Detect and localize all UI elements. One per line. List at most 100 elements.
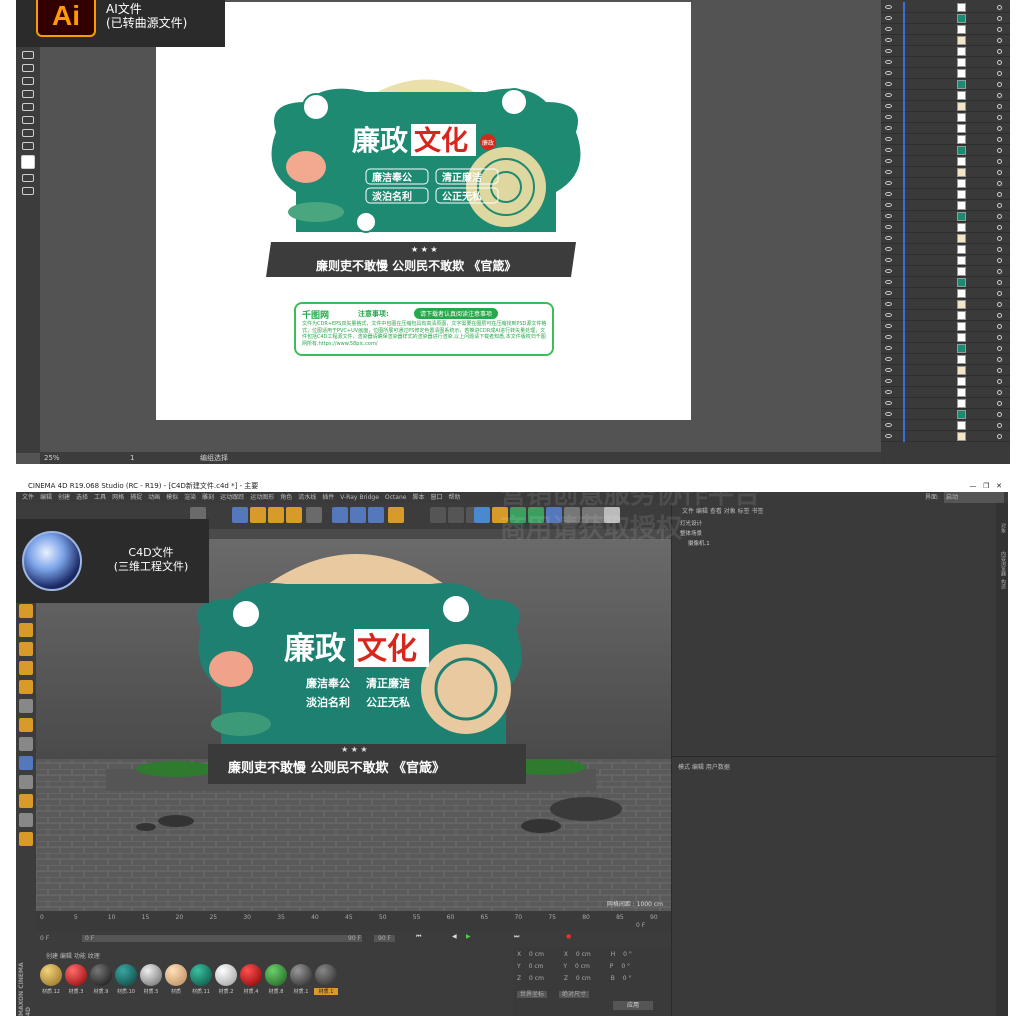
c4d-menu-item[interactable]: 窗口: [430, 492, 442, 503]
visibility-eye-icon[interactable]: [885, 302, 892, 306]
material-swatch[interactable]: [215, 964, 237, 986]
material-label[interactable]: 材质.5: [139, 988, 163, 995]
layer-target-icon[interactable]: [997, 390, 1002, 395]
visibility-eye-icon[interactable]: [885, 214, 892, 218]
layer-row[interactable]: [881, 200, 1010, 211]
visibility-eye-icon[interactable]: [885, 401, 892, 405]
c4d-timeline[interactable]: 0 5 10 15 20 25 30 35 40 45 50 55 60 65 70 75 80 85 90 0 F: [36, 911, 671, 931]
solo-icon[interactable]: [19, 775, 33, 789]
coord-mode-world[interactable]: 世界坐标: [517, 991, 548, 998]
layer-row[interactable]: [881, 2, 1010, 13]
visibility-eye-icon[interactable]: [885, 357, 892, 361]
layer-row[interactable]: [881, 145, 1010, 156]
layer-row[interactable]: [881, 420, 1010, 431]
layer-target-icon[interactable]: [997, 38, 1002, 43]
layer-row[interactable]: [881, 244, 1010, 255]
c4d-menu-item[interactable]: 流水线: [298, 492, 316, 503]
material-swatch[interactable]: [315, 964, 337, 986]
material-label[interactable]: 材质.4: [239, 988, 263, 995]
c4d-menu-item[interactable]: Octane: [385, 492, 407, 503]
workplane-icon[interactable]: [19, 718, 33, 732]
axis-x-icon[interactable]: [332, 507, 348, 523]
screen-mode-icon[interactable]: [22, 187, 34, 195]
layer-target-icon[interactable]: [997, 324, 1002, 329]
c4d-menu-item[interactable]: 运动图形: [250, 492, 274, 503]
visibility-eye-icon[interactable]: [885, 159, 892, 163]
rotate-icon[interactable]: [286, 507, 302, 523]
layer-target-icon[interactable]: [997, 247, 1002, 252]
coord-mode-size[interactable]: 绝对尺寸: [558, 991, 589, 998]
material-swatch[interactable]: [265, 964, 287, 986]
layer-row[interactable]: [881, 35, 1010, 46]
frame-min-field[interactable]: 0 F: [82, 935, 362, 942]
visibility-eye-icon[interactable]: [885, 115, 892, 119]
visibility-eye-icon[interactable]: [885, 390, 892, 394]
material-label[interactable]: 材质.8: [264, 988, 288, 995]
points-mode-icon[interactable]: [19, 604, 33, 618]
visibility-eye-icon[interactable]: [885, 434, 892, 438]
material-swatch[interactable]: [65, 964, 87, 986]
object-list-item[interactable]: 整体场景: [680, 529, 702, 538]
layer-target-icon[interactable]: [997, 423, 1002, 428]
layer-row[interactable]: [881, 332, 1010, 343]
render-pv-icon[interactable]: [448, 507, 464, 523]
layer-target-icon[interactable]: [997, 93, 1002, 98]
paint-icon[interactable]: [19, 832, 33, 846]
layer-target-icon[interactable]: [997, 60, 1002, 65]
c4d-menu-item[interactable]: 脚本: [412, 492, 424, 503]
lock-icon[interactable]: [19, 756, 33, 770]
material-swatch[interactable]: [165, 964, 187, 986]
layer-row[interactable]: [881, 277, 1010, 288]
layer-target-icon[interactable]: [997, 258, 1002, 263]
layer-row[interactable]: [881, 365, 1010, 376]
axis-mode-icon[interactable]: [19, 699, 33, 713]
layer-target-icon[interactable]: [997, 148, 1002, 153]
c4d-menu-item[interactable]: 创建: [58, 492, 70, 503]
material-swatch[interactable]: [140, 964, 162, 986]
gradient-tool-icon[interactable]: [22, 116, 34, 124]
layer-row[interactable]: [881, 123, 1010, 134]
layer-row[interactable]: [881, 189, 1010, 200]
edges-mode-icon[interactable]: [19, 623, 33, 637]
visibility-eye-icon[interactable]: [885, 280, 892, 284]
layer-target-icon[interactable]: [997, 71, 1002, 76]
shape-builder-icon[interactable]: [22, 103, 34, 111]
coord-x-size[interactable]: 0 cm: [576, 951, 591, 958]
material-label[interactable]: 材质.10: [114, 988, 138, 995]
material-label[interactable]: 材质: [164, 988, 188, 995]
render-view-icon[interactable]: [430, 507, 446, 523]
layer-row[interactable]: [881, 68, 1010, 79]
coord-y-position[interactable]: 0 cm: [529, 963, 544, 970]
pen-icon[interactable]: [492, 507, 508, 523]
layer-row[interactable]: [881, 409, 1010, 420]
layer-row[interactable]: [881, 255, 1010, 266]
right-panel-tab[interactable]: 内容浏览器: [997, 551, 1007, 576]
material-label[interactable]: 材质.9: [89, 988, 113, 995]
play-back-icon[interactable]: ◀: [452, 933, 457, 940]
layer-row[interactable]: [881, 233, 1010, 244]
c4d-menu-item[interactable]: 文件: [22, 492, 34, 503]
rotate-tool-icon[interactable]: [22, 64, 34, 72]
visibility-eye-icon[interactable]: [885, 335, 892, 339]
coord-z-position[interactable]: 0 cm: [529, 975, 544, 982]
layer-row[interactable]: [881, 46, 1010, 57]
coord-b-rotation[interactable]: 0 °: [623, 975, 632, 982]
material-swatch[interactable]: [40, 964, 62, 986]
layer-row[interactable]: [881, 354, 1010, 365]
c4d-menu-item[interactable]: 插件: [322, 492, 334, 503]
scale-icon[interactable]: [268, 507, 284, 523]
layer-target-icon[interactable]: [997, 115, 1002, 120]
apply-button[interactable]: 应用: [613, 1001, 653, 1010]
layer-target-icon[interactable]: [997, 280, 1002, 285]
visibility-eye-icon[interactable]: [885, 269, 892, 273]
layer-row[interactable]: [881, 112, 1010, 123]
visibility-eye-icon[interactable]: [885, 236, 892, 240]
layer-row[interactable]: [881, 211, 1010, 222]
layer-target-icon[interactable]: [997, 412, 1002, 417]
layer-row[interactable]: [881, 156, 1010, 167]
layer-target-icon[interactable]: [997, 313, 1002, 318]
frame-max-field[interactable]: 90 F: [348, 935, 361, 942]
layer-target-icon[interactable]: [997, 225, 1002, 230]
layer-row[interactable]: [881, 79, 1010, 90]
layer-row[interactable]: [881, 398, 1010, 409]
